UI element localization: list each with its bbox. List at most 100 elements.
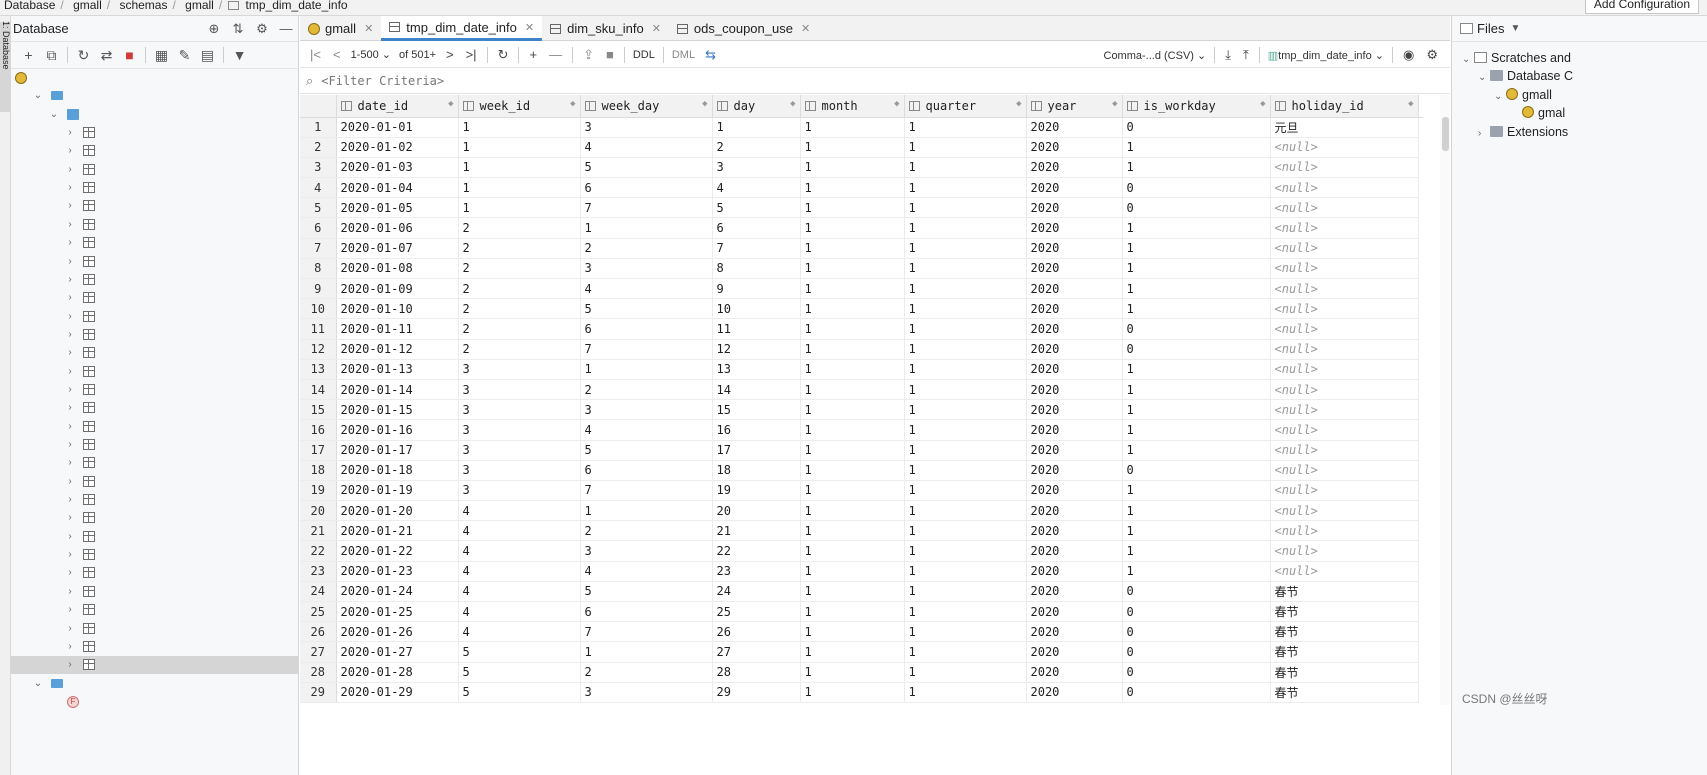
table-cell[interactable]: 25 xyxy=(712,601,801,623)
tree-item-table[interactable]: › xyxy=(11,528,299,546)
column-header[interactable]: day ◆ xyxy=(712,95,801,118)
row-number[interactable]: 17 xyxy=(300,440,337,461)
table-cell[interactable]: 2020-01-14 xyxy=(336,379,459,401)
table-cell[interactable]: 4 xyxy=(458,601,581,623)
chevron-right-icon[interactable]: › xyxy=(65,454,75,472)
table-cell[interactable]: 2020 xyxy=(1026,500,1123,522)
table-cell[interactable]: 1 xyxy=(904,540,1027,562)
table-cell[interactable]: 2020 xyxy=(1026,258,1123,280)
table-cell[interactable]: 23 xyxy=(712,561,801,582)
tree-item-table[interactable]: › xyxy=(11,473,299,491)
submit-icon[interactable]: ⇪ xyxy=(577,47,600,63)
chevron-down-icon[interactable]: ⌄ xyxy=(49,106,59,124)
gear-icon[interactable]: ⚙ xyxy=(1420,47,1444,63)
table-cell[interactable]: 1 xyxy=(800,641,905,663)
chevron-right-icon[interactable]: › xyxy=(65,197,75,215)
table-cell[interactable]: 1 xyxy=(580,500,713,522)
tree-item-table[interactable]: › xyxy=(11,234,299,252)
table-cell[interactable]: 4 xyxy=(458,500,581,522)
table-cell[interactable]: 1 xyxy=(1122,238,1271,259)
table-cell[interactable]: 26 xyxy=(712,621,801,643)
tree-item-table[interactable]: › xyxy=(11,620,299,638)
table-cell[interactable]: 4 xyxy=(458,540,581,562)
table-cell[interactable]: 1 xyxy=(800,278,905,300)
chevron-right-icon[interactable]: › xyxy=(65,583,75,601)
table-cell[interactable]: 8 xyxy=(712,258,801,280)
scrollbar-thumb[interactable] xyxy=(1442,117,1449,151)
stop-icon[interactable]: ■ xyxy=(118,45,141,65)
table-cell[interactable]: 1 xyxy=(1122,278,1271,300)
close-icon[interactable]: ✕ xyxy=(801,22,810,35)
breadcrumb-item[interactable]: Database xyxy=(0,0,58,11)
table-cell[interactable]: 1 xyxy=(904,339,1027,360)
chevron-right-icon[interactable]: › xyxy=(65,161,75,179)
table-cell[interactable]: 2020-01-03 xyxy=(336,157,459,179)
table-cell[interactable]: 7 xyxy=(580,197,713,219)
table-cell[interactable]: 3 xyxy=(458,379,581,401)
table-cell[interactable]: <null> xyxy=(1270,177,1419,199)
table-cell[interactable]: 2020 xyxy=(1026,641,1123,663)
chevron-right-icon[interactable]: › xyxy=(65,473,75,491)
row-number[interactable]: 18 xyxy=(300,460,337,481)
filter-icon[interactable]: ▼ xyxy=(228,45,251,65)
tree-item-routines[interactable]: ⌄ xyxy=(11,675,299,693)
table-cell[interactable]: 1 xyxy=(800,520,905,542)
files-tree-item[interactable]: ⌄ Scratches and xyxy=(1462,49,1571,67)
row-number[interactable]: 26 xyxy=(300,621,337,643)
chevron-right-icon[interactable]: › xyxy=(65,528,75,546)
chevron-right-icon[interactable]: › xyxy=(65,601,75,619)
column-header[interactable]: quarter ◆ xyxy=(904,95,1027,118)
table-cell[interactable]: 1 xyxy=(904,601,1027,623)
column-header[interactable]: date_id ◆ xyxy=(336,95,459,118)
table-cell[interactable]: 3 xyxy=(458,440,581,461)
tree-item-table[interactable]: › xyxy=(11,381,299,399)
tree-item-table[interactable]: › xyxy=(11,216,299,234)
tree-item-table[interactable]: › xyxy=(11,344,299,362)
table-cell[interactable]: 1 xyxy=(800,318,905,340)
table-cell[interactable]: 2020-01-04 xyxy=(336,177,459,199)
table-row[interactable]: 21 2020-01-21 4 2 21 1 1 2020 1 <null> xyxy=(300,520,1423,542)
table-row[interactable]: 5 2020-01-05 1 7 5 1 1 2020 0 <null> xyxy=(300,197,1423,219)
table-cell[interactable]: 1 xyxy=(800,581,905,603)
table-cell[interactable]: 春节 xyxy=(1270,662,1419,683)
table-cell[interactable]: 2 xyxy=(458,339,581,360)
table-cell[interactable]: 3 xyxy=(580,258,713,280)
table-cell[interactable]: 3 xyxy=(458,399,581,421)
table-cell[interactable]: 6 xyxy=(580,601,713,623)
table-cell[interactable]: 1 xyxy=(904,399,1027,421)
dml-button[interactable]: DML xyxy=(668,49,699,61)
row-number[interactable]: 15 xyxy=(300,399,337,421)
table-cell[interactable]: 3 xyxy=(580,399,713,421)
tree-item-table[interactable]: › xyxy=(11,491,299,509)
chevron-right-icon[interactable]: › xyxy=(65,638,75,656)
table-row[interactable]: 29 2020-01-29 5 3 29 1 1 2020 0 春节 xyxy=(300,682,1423,703)
table-cell[interactable]: <null> xyxy=(1270,399,1419,421)
table-cell[interactable]: 1 xyxy=(458,197,581,219)
table-cell[interactable]: 1 xyxy=(800,399,905,421)
table-cell[interactable]: 1 xyxy=(800,682,905,703)
breadcrumb-item[interactable]: tmp_dim_date_info xyxy=(242,0,351,11)
table-cell[interactable]: 2 xyxy=(458,217,581,239)
table-cell[interactable]: 1 xyxy=(800,359,905,380)
breadcrumb-item[interactable]: gmall xyxy=(181,0,217,11)
tab-dim-sku-info[interactable]: dim_sku_info ✕ xyxy=(542,16,669,41)
table-cell[interactable]: <null> xyxy=(1270,278,1419,300)
table-cell[interactable]: 元旦 xyxy=(1270,117,1419,138)
table-cell[interactable]: <null> xyxy=(1270,500,1419,522)
chevron-right-icon[interactable]: › xyxy=(65,326,75,344)
table-row[interactable]: 13 2020-01-13 3 1 13 1 1 2020 1 <null> xyxy=(300,359,1423,380)
table-cell[interactable]: 1 xyxy=(904,197,1027,219)
row-number[interactable]: 14 xyxy=(300,379,337,401)
tree-item-schema[interactable]: ⌄ xyxy=(11,106,299,124)
table-cell[interactable]: 1 xyxy=(800,157,905,179)
table-cell[interactable]: 0 xyxy=(1122,318,1271,340)
table-cell[interactable]: 1 xyxy=(800,298,905,320)
table-cell[interactable]: 2020-01-05 xyxy=(336,197,459,219)
tree-item-table[interactable]: › xyxy=(11,271,299,289)
table-cell[interactable]: <null> xyxy=(1270,197,1419,219)
table-row[interactable]: 16 2020-01-16 3 4 16 1 1 2020 1 <null> xyxy=(300,419,1423,441)
table-cell[interactable]: 7 xyxy=(580,480,713,502)
table-cell[interactable]: 1 xyxy=(904,561,1027,582)
table-cell[interactable]: 1 xyxy=(1122,399,1271,421)
chevron-right-icon[interactable]: › xyxy=(65,216,75,234)
